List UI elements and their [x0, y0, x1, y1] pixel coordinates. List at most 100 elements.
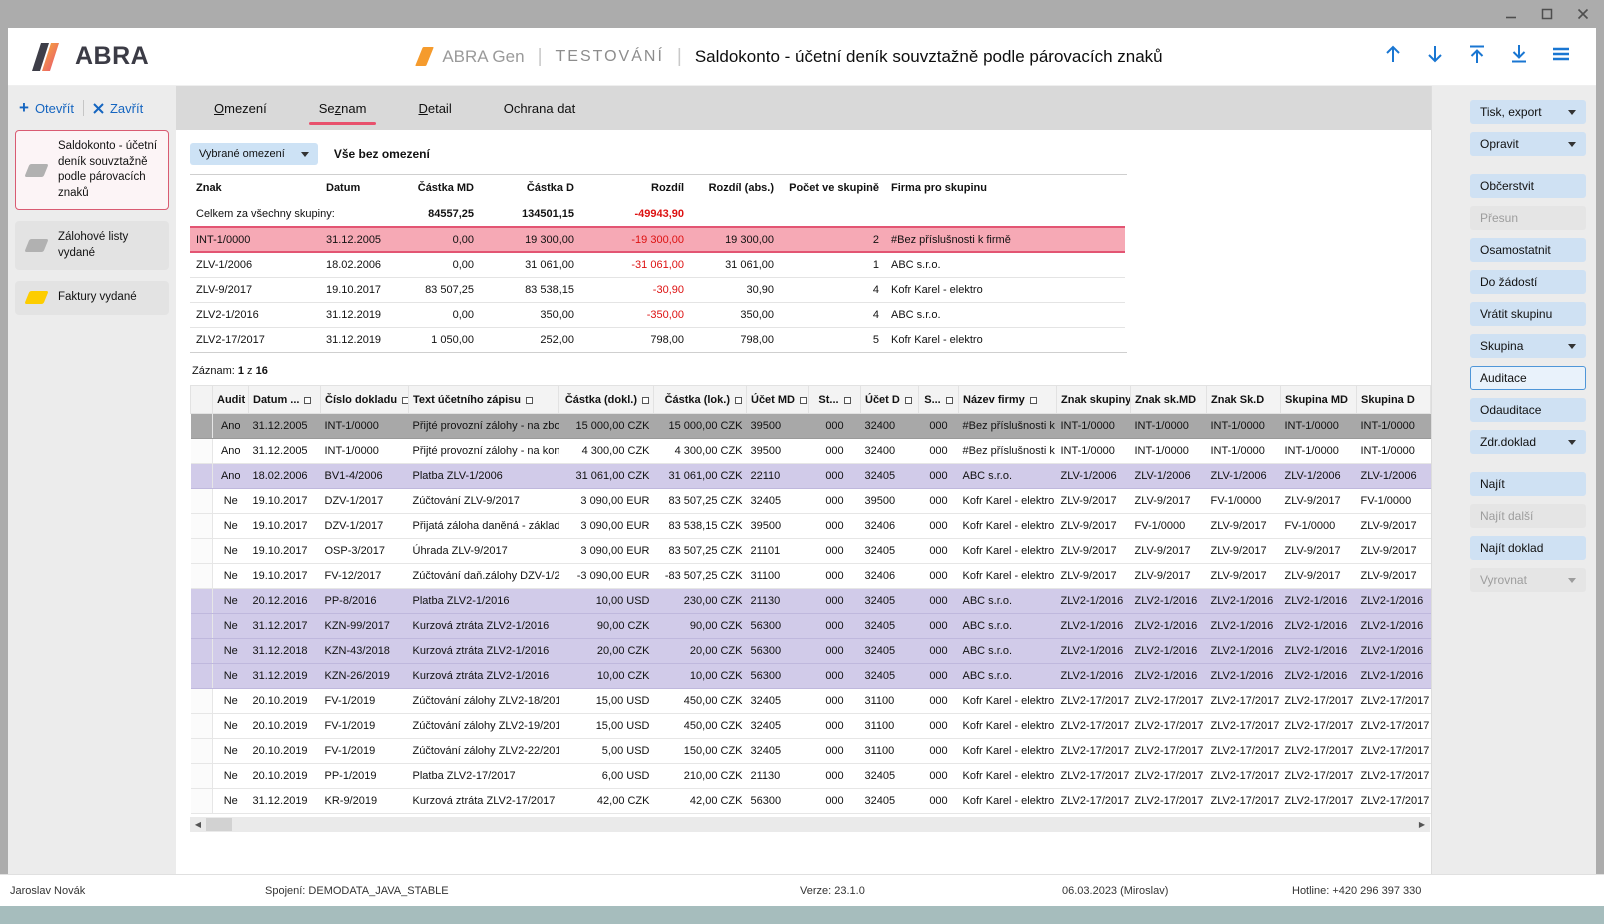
journal-row[interactable]: Ne20.12.2016PP-8/2016Platba ZLV2-1/20161… [191, 589, 1431, 614]
summary-col-rozdil-abs[interactable]: Rozdíl (abs.) [690, 175, 780, 201]
button-najit[interactable]: Najít [1470, 472, 1586, 496]
button-skupina[interactable]: Skupina [1470, 334, 1586, 358]
cell: ZLV2-17/2017 [1057, 764, 1131, 789]
summary-col-castka-d[interactable]: Částka D [480, 175, 580, 201]
tab-seznam[interactable]: Seznam [293, 86, 393, 130]
journal-row[interactable]: Ne31.12.2017KZN-99/2017Kurzová ztráta ZL… [191, 614, 1431, 639]
summary-col-znak[interactable]: Znak [190, 175, 320, 201]
cell: ZLV2-1/2016 [1281, 639, 1357, 664]
journal-row[interactable]: Ano18.02.2006BV1-4/2006Platba ZLV-1/2006… [191, 464, 1431, 489]
journal-col-st[interactable]: St... [809, 386, 861, 414]
maximize-icon[interactable] [1540, 7, 1554, 21]
filter-checkbox[interactable] [402, 397, 408, 404]
tab-detail[interactable]: Detail [392, 86, 477, 130]
hamburger-menu-icon[interactable] [1550, 43, 1572, 70]
agenda-faktury-vydane[interactable]: Faktury vydané [15, 281, 169, 315]
journal-col-ucet-md[interactable]: Účet MD [747, 386, 809, 414]
button-vratit-skupinu[interactable]: Vrátit skupinu [1470, 302, 1586, 326]
selected-restriction-dropdown[interactable]: Vybrané omezení [190, 143, 318, 165]
cell: ZLV2-1/2016 [1207, 589, 1281, 614]
journal-col-ucet-d[interactable]: Účet D [861, 386, 919, 414]
journal-row[interactable]: Ne19.10.2017OSP-3/2017Úhrada ZLV-9/20173… [191, 539, 1431, 564]
journal-col-skupina-md[interactable]: Skupina MD [1281, 386, 1357, 414]
journal-row[interactable]: Ne19.10.2017DZV-1/2017Přijatá záloha dan… [191, 514, 1431, 539]
journal-row[interactable]: Ne19.10.2017FV-12/2017Zúčtování daň.zálo… [191, 564, 1431, 589]
cell: Kofr Karel - elektro [959, 689, 1057, 714]
summary-col-datum[interactable]: Datum [320, 175, 400, 201]
journal-col-castka-lok[interactable]: Částka (lok.) [654, 386, 747, 414]
journal-row[interactable]: Ne31.12.2019KR-9/2019Kurzová ztráta ZLV2… [191, 789, 1431, 814]
arrow-up-icon[interactable] [1382, 43, 1404, 70]
arrow-down-icon[interactable] [1424, 43, 1446, 70]
journal-col-audit[interactable]: Audit [213, 386, 249, 414]
journal-row[interactable]: Ne20.10.2019PP-1/2019Platba ZLV2-17/2017… [191, 764, 1431, 789]
button-najit-doklad[interactable]: Najít doklad [1470, 536, 1586, 560]
summary-row[interactable]: ZLV2-1/201631.12.20190,00350,00-350,0035… [190, 302, 1125, 327]
journal-col-s[interactable]: S... [919, 386, 959, 414]
arrow-to-top-icon[interactable] [1466, 43, 1488, 70]
button-do-zadosti[interactable]: Do žádostí [1470, 270, 1586, 294]
button-zdr-doklad[interactable]: Zdr.doklad [1470, 430, 1586, 454]
journal-col-znak-sk-md[interactable]: Znak sk.MD [1131, 386, 1207, 414]
cell: 20.12.2016 [249, 589, 321, 614]
journal-col-nazev-firmy[interactable]: Název firmy [959, 386, 1057, 414]
journal-col-znak-skupiny[interactable]: Znak skupiny [1057, 386, 1131, 414]
journal-col-cislo-dokladu[interactable]: Číslo dokladu [321, 386, 409, 414]
filter-checkbox[interactable] [844, 397, 851, 404]
cell: 10,00 CZK [559, 664, 654, 689]
filter-checkbox[interactable] [800, 397, 807, 404]
journal-row[interactable]: Ne31.12.2018KZN-43/2018Kurzová ztráta ZL… [191, 639, 1431, 664]
filter-checkbox[interactable] [304, 397, 311, 404]
button-auditace[interactable]: Auditace [1470, 366, 1586, 390]
summary-col-firma-pro-skupinu[interactable]: Firma pro skupinu [885, 175, 1125, 201]
summary-row[interactable]: ZLV2-17/201731.12.20191 050,00252,00798,… [190, 327, 1125, 352]
filter-checkbox[interactable] [1030, 397, 1037, 404]
summary-col-castka-md[interactable]: Částka MD [400, 175, 480, 201]
journal-row[interactable]: Ne31.12.2019KZN-26/2019Kurzová ztráta ZL… [191, 664, 1431, 689]
button-odauditace[interactable]: Odauditace [1470, 398, 1586, 422]
summary-col-rozdil[interactable]: Rozdíl [580, 175, 690, 201]
scroll-right-icon[interactable]: ▶ [1414, 820, 1430, 829]
filter-checkbox[interactable] [642, 397, 649, 404]
journal-col-castka-dokl[interactable]: Částka (dokl.) [559, 386, 654, 414]
scroll-left-icon[interactable]: ◀ [190, 820, 206, 829]
cell: 000 [919, 764, 959, 789]
button-opravit[interactable]: Opravit [1470, 132, 1586, 156]
journal-row[interactable]: Ne20.10.2019FV-1/2019Zúčtování zálohy ZL… [191, 689, 1431, 714]
cell: PP-1/2019 [321, 764, 409, 789]
minimize-icon[interactable] [1504, 7, 1518, 21]
summary-row[interactable]: ZLV-1/200618.02.20060,0031 061,00-31 061… [190, 252, 1125, 277]
close-button[interactable]: Zavřít [93, 101, 143, 116]
button-tisk-export[interactable]: Tisk, export [1470, 100, 1586, 124]
journal-row[interactable]: Ne20.10.2019FV-1/2019Zúčtování zálohy ZL… [191, 714, 1431, 739]
filter-checkbox[interactable] [526, 397, 533, 404]
agenda-zalohove-listy-vydane[interactable]: Zálohové listy vydané [15, 221, 169, 270]
tab-omezeni[interactable]: Omezení [188, 86, 293, 130]
cell: ZLV2-17/2017 [1207, 739, 1281, 764]
summary-row[interactable]: ZLV-9/201719.10.201783 507,2583 538,15-3… [190, 277, 1125, 302]
journal-col-text-ucetniho-zapisu[interactable]: Text účetního zápisu [409, 386, 559, 414]
open-button[interactable]: + Otevřít [19, 101, 74, 116]
journal-row[interactable]: Ano31.12.2005INT-1/0000Přijté provozní z… [191, 439, 1431, 464]
journal-col-skupina-d[interactable]: Skupina D [1357, 386, 1431, 414]
summary-row[interactable]: INT-1/000031.12.20050,0019 300,00-19 300… [190, 227, 1125, 252]
journal-col-znak-sk-d[interactable]: Znak Sk.D [1207, 386, 1281, 414]
filter-checkbox[interactable] [905, 397, 912, 404]
tab-ochrana-dat[interactable]: Ochrana dat [478, 86, 602, 130]
button-obcerstvit[interactable]: Občerstvit [1470, 174, 1586, 198]
horizontal-scrollbar[interactable]: ◀ ▶ [190, 817, 1430, 832]
summary-col-pocet-ve-skupine[interactable]: Počet ve skupině [780, 175, 885, 201]
journal-col-datum[interactable]: Datum ... [249, 386, 321, 414]
journal-row[interactable]: Ano31.12.2005INT-1/0000Přijté provozní z… [191, 414, 1431, 439]
journal-row[interactable]: Ne19.10.2017DZV-1/2017Zúčtování ZLV-9/20… [191, 489, 1431, 514]
cell: 3 090,00 EUR [559, 539, 654, 564]
agenda-saldokonto-ucetni-denik-souvztazne-podle-parovacich-znaku[interactable]: Saldokonto - účetní deník souvztažně pod… [15, 130, 169, 210]
arrow-to-bottom-icon[interactable] [1508, 43, 1530, 70]
cell: ZLV2-17/2017 [1057, 739, 1131, 764]
scrollbar-thumb[interactable] [206, 818, 232, 831]
button-osamostatnit[interactable]: Osamostatnit [1470, 238, 1586, 262]
journal-row[interactable]: Ne20.10.2019FV-1/2019Zúčtování zálohy ZL… [191, 739, 1431, 764]
close-icon[interactable] [1576, 7, 1590, 21]
filter-checkbox[interactable] [946, 397, 953, 404]
filter-checkbox[interactable] [735, 397, 742, 404]
